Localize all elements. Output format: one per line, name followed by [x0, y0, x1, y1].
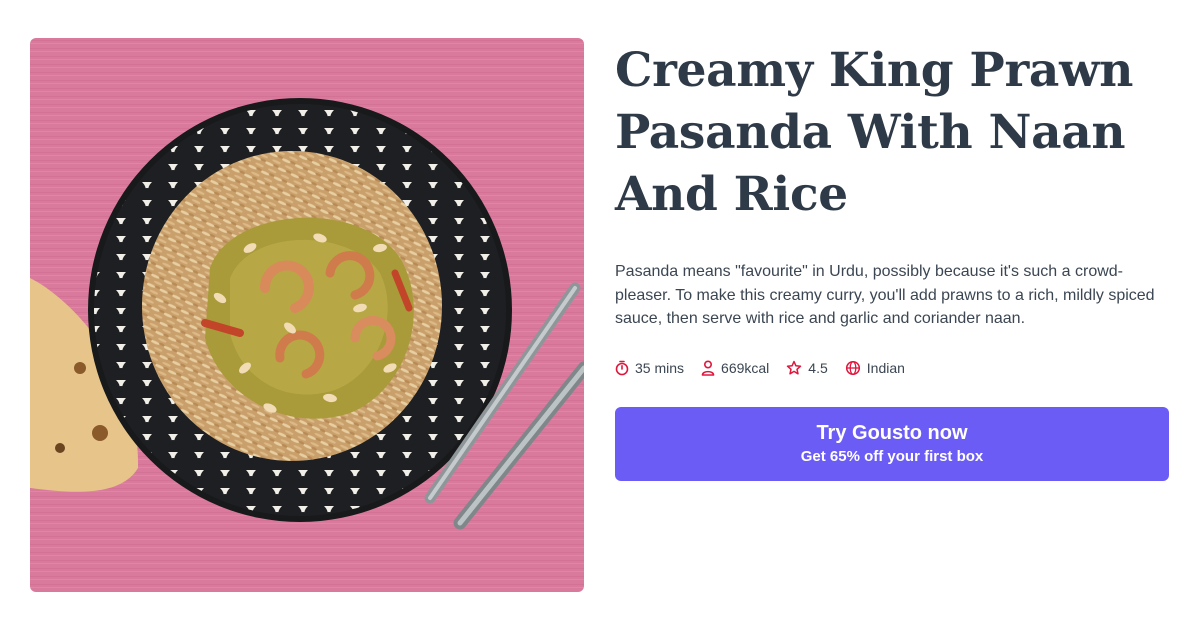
- recipe-image: [30, 38, 584, 592]
- star-icon: [787, 360, 802, 375]
- cta-sublabel: Get 65% off your first box: [800, 447, 984, 465]
- cuisine: Indian: [845, 360, 905, 376]
- rating: 4.5: [786, 359, 828, 376]
- calories: 669kcal: [701, 360, 769, 376]
- cta-label: Try Gousto now: [816, 421, 968, 444]
- recipe-details: Creamy King Prawn Pasanda With Naan And …: [615, 40, 1175, 481]
- recipe-description: Pasanda means "favourite" in Urdu, possi…: [615, 263, 1155, 327]
- cuisine-value: Indian: [866, 359, 905, 376]
- globe-icon: [845, 360, 860, 375]
- recipe-title: Creamy King Prawn Pasanda With Naan And …: [615, 43, 1134, 222]
- person-icon: [701, 359, 715, 376]
- rating-value: 4.5: [808, 359, 828, 376]
- cook-time-value: 35 mins: [635, 359, 685, 376]
- try-gousto-button[interactable]: Try Gousto now Get 65% off your first bo…: [615, 406, 1169, 481]
- stopwatch-icon: [615, 360, 629, 375]
- cook-time: 35 mins: [615, 360, 684, 376]
- recipe-page: Creamy King Prawn Pasanda With Naan And …: [0, 0, 1200, 630]
- recipe-meta: 35 mins 669kcal 4.5 Indian: [615, 360, 1175, 376]
- calories-value: 669kcal: [721, 359, 770, 376]
